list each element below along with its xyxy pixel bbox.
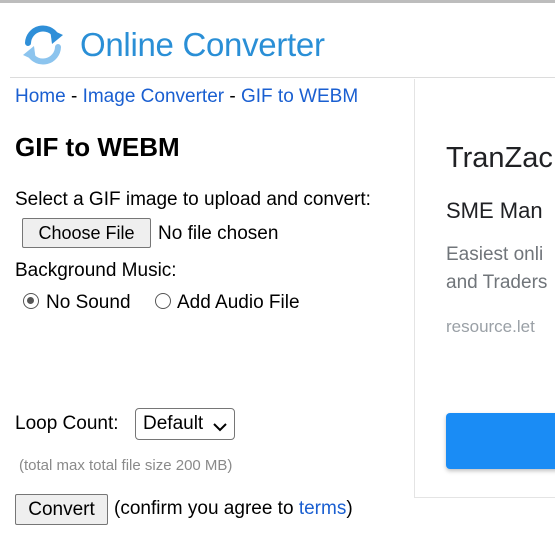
no-sound-label[interactable]: No Sound (46, 291, 131, 315)
breadcrumb-separator: - (224, 86, 241, 107)
confirm-prefix-text: (confirm you agree to (114, 498, 299, 519)
file-status-text: No file chosen (158, 223, 279, 244)
no-sound-radio[interactable] (23, 293, 39, 309)
confirm-suffix-text: ) (346, 498, 353, 519)
ad-description-line: Easiest onli (446, 244, 544, 265)
refresh-arrows-logo-icon[interactable] (20, 23, 66, 67)
loop-count-value: Default (143, 413, 204, 434)
add-audio-file-radio[interactable] (155, 293, 171, 309)
page-title: GIF to WEBM (15, 132, 180, 162)
breadcrumb-home-link[interactable]: Home (15, 86, 66, 107)
add-audio-file-label[interactable]: Add Audio File (177, 291, 300, 315)
breadcrumb-current-link[interactable]: GIF to WEBM (241, 86, 358, 107)
ad-description: Easiest onli and Traders (446, 241, 547, 297)
site-logo-text[interactable]: Online Converter (80, 25, 325, 65)
background-music-label: Background Music: (15, 260, 177, 281)
breadcrumb-separator: - (65, 86, 83, 107)
ad-url[interactable]: resource.let (446, 316, 535, 338)
breadcrumb-image-converter-link[interactable]: Image Converter (83, 86, 225, 107)
chevron-down-icon (213, 419, 227, 432)
header-divider (10, 77, 555, 78)
ad-subtitle: SME Man (446, 198, 543, 223)
choose-file-button[interactable]: Choose File (22, 218, 151, 248)
file-size-note: (total max total file size 200 MB) (19, 457, 233, 474)
loop-count-select[interactable]: Default (135, 408, 235, 440)
terms-link[interactable]: terms (299, 498, 347, 519)
loop-count-label: Loop Count: (15, 413, 119, 434)
ad-title[interactable]: TranZac (446, 141, 553, 175)
site-header: Online Converter (0, 3, 555, 77)
breadcrumb: Home - Image Converter - GIF to WEBM (15, 85, 358, 109)
ad-panel[interactable]: TranZac SME Man Easiest onli and Traders… (414, 79, 555, 498)
convert-button[interactable]: Convert (15, 494, 108, 525)
upload-label: Select a GIF image to upload and convert… (15, 189, 371, 210)
ad-description-line: and Traders (446, 272, 548, 293)
ad-cta-button[interactable] (446, 413, 555, 469)
terms-confirmation: (confirm you agree to terms) (114, 497, 353, 521)
